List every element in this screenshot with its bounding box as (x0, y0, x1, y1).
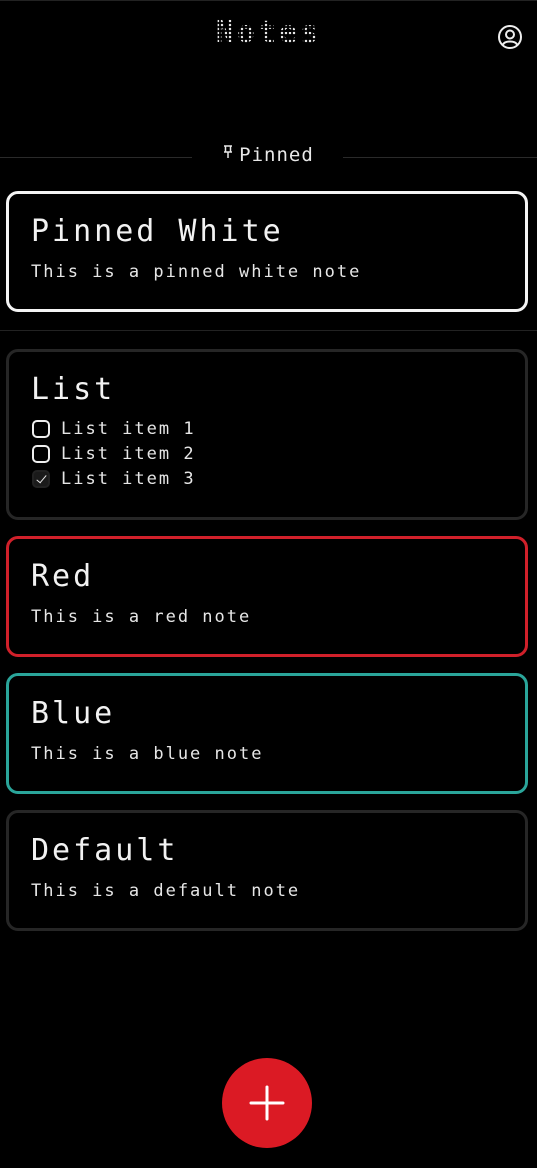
note-title: Default (31, 833, 179, 868)
profile-button[interactable] (497, 24, 523, 50)
checklist-item: List item 3 (31, 466, 503, 491)
checklist-item-label: List item 3 (61, 468, 196, 489)
user-circle-icon (498, 25, 522, 49)
note-body: This is a blue note (31, 744, 264, 764)
note-default[interactable]: Default This is a default note (6, 810, 528, 931)
note-body: This is a red note (31, 607, 252, 627)
checkbox-checked[interactable] (32, 469, 50, 488)
note-body: This is a default note (31, 881, 301, 901)
pin-icon (223, 145, 233, 163)
divider-line-right (343, 157, 537, 158)
note-title: Blue (31, 696, 116, 731)
app-header: Notes (0, 1, 537, 71)
note-title: List (31, 372, 116, 407)
checklist-item: List item 1 (31, 416, 503, 441)
checklist: List item 1 List item 2 List item 3 (31, 416, 503, 491)
plus-icon (249, 1085, 285, 1121)
note-red[interactable]: Red This is a red note (6, 536, 528, 657)
checklist-item: List item 2 (31, 441, 503, 466)
checkbox-unchecked[interactable] (32, 444, 50, 463)
note-pinned-white[interactable]: Pinned White This is a pinned white note (6, 191, 528, 312)
note-list[interactable]: List List item 1 List item 2 List item 3 (6, 349, 528, 520)
pinned-label: Pinned (239, 144, 314, 166)
checkbox-unchecked[interactable] (32, 419, 50, 438)
note-title: Pinned White (31, 214, 284, 249)
note-blue[interactable]: Blue This is a blue note (6, 673, 528, 794)
app-title: Notes (0, 15, 537, 50)
section-divider (0, 330, 537, 331)
checklist-item-label: List item 2 (61, 443, 196, 464)
notes-app: Notes Pinned Pinned White This is a pinn… (0, 0, 537, 1168)
checklist-item-label: List item 1 (61, 418, 196, 439)
note-body: This is a pinned white note (31, 262, 362, 282)
note-title: Red (31, 559, 95, 594)
add-note-button[interactable] (222, 1058, 312, 1148)
pinned-section-header: Pinned (0, 144, 537, 170)
